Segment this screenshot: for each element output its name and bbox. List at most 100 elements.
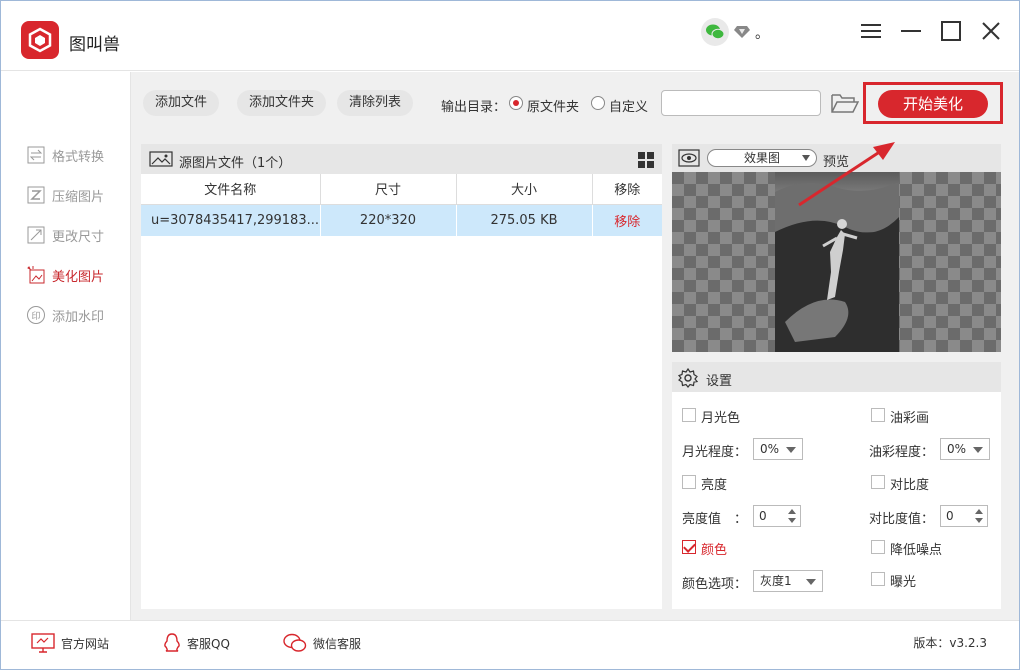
file-dimension-cell: 220*320 <box>320 204 457 236</box>
radio-original-folder[interactable] <box>509 96 523 110</box>
add-file-button[interactable]: 添加文件 <box>143 90 220 116</box>
contrast-label: 对比度 <box>890 478 930 493</box>
compress-icon <box>26 185 46 205</box>
table-row[interactable]: u=3078435417,299183... 220*320 275.05 KB… <box>141 204 662 236</box>
brightness-value: 0 <box>759 509 767 523</box>
contrast-value: 0 <box>946 509 954 523</box>
output-path-input[interactable] <box>661 90 821 116</box>
eye-icon <box>678 149 700 171</box>
file-list-panel: 源图片文件（1个） 文件名称 尺寸 大小 移除 u=3078435417,299… <box>141 144 662 609</box>
chevron-down-icon <box>786 447 796 453</box>
denoise-label: 降低噪点 <box>890 543 943 558</box>
image-icon <box>149 151 173 171</box>
preview-canvas <box>672 172 1001 352</box>
svg-text:印: 印 <box>31 310 40 322</box>
output-dir-label: 输出目录： <box>441 100 507 115</box>
wechat-icon[interactable] <box>701 18 729 46</box>
customer-wechat-label: 微信客服 <box>313 636 362 651</box>
oil-level-value: 0% <box>947 442 967 456</box>
customer-qq-label: 客服QQ <box>187 636 230 651</box>
customer-wechat-link[interactable]: 微信客服 <box>283 633 361 653</box>
user-name: 。 <box>755 26 769 42</box>
color-option-label: 颜色选项： <box>682 577 748 592</box>
resize-icon <box>26 225 46 245</box>
watermark-icon: 印 <box>26 305 46 325</box>
sidebar-item-resize[interactable]: 更改尺寸 <box>26 224 104 246</box>
browse-folder-icon[interactable] <box>831 92 860 118</box>
exposure-label: 曝光 <box>890 575 917 590</box>
add-folder-button[interactable]: 添加文件夹 <box>237 90 327 116</box>
oil-level-label: 油彩程度： <box>869 445 935 460</box>
column-header-remove: 移除 <box>592 174 662 205</box>
color-checkbox[interactable] <box>682 540 696 554</box>
sidebar-item-label: 添加水印 <box>52 309 105 325</box>
settings-panel: 设置 月光色 油彩画 月光程度： 0% 油彩程度： 0% 亮度 对比度 亮度值 … <box>672 362 1001 609</box>
start-button-highlight: 开始美化 <box>863 82 1003 124</box>
menu-icon[interactable] <box>859 19 883 43</box>
column-header-dimension: 尺寸 <box>320 174 457 205</box>
denoise-checkbox[interactable] <box>871 540 885 554</box>
close-icon[interactable] <box>979 19 1003 43</box>
contrast-value-label: 对比度值： <box>869 512 935 527</box>
moonlight-level-label: 月光程度： <box>682 445 748 460</box>
oil-level-select[interactable]: 0% <box>940 438 990 460</box>
sidebar-item-beautify[interactable]: 美化图片 <box>26 264 104 286</box>
oil-painting-label: 油彩画 <box>890 411 930 426</box>
vip-diamond-icon[interactable] <box>734 25 750 43</box>
color-option-select[interactable]: 灰度1 <box>753 570 823 592</box>
sidebar-item-label: 美化图片 <box>52 269 105 285</box>
preview-mode-select[interactable]: 效果图 <box>707 149 817 167</box>
clear-list-button[interactable]: 清除列表 <box>337 90 414 116</box>
main-panel: 添加文件 添加文件夹 清除列表 输出目录： 原文件夹 自定义 开始美化 源图片文… <box>131 72 1019 620</box>
brightness-label: 亮度 <box>701 478 728 493</box>
remove-file-link[interactable]: 移除 <box>592 204 662 236</box>
minimize-icon[interactable] <box>899 19 923 43</box>
file-table: 文件名称 尺寸 大小 移除 u=3078435417,299183... 220… <box>141 174 662 236</box>
moonlight-level-value: 0% <box>760 442 780 456</box>
oil-painting-checkbox[interactable] <box>871 408 885 422</box>
qq-icon <box>163 633 181 653</box>
footer: 官方网站 客服QQ 微信客服 版本：v3.2.3 <box>1 620 1019 669</box>
brightness-stepper[interactable]: 0 <box>753 505 801 527</box>
radio-custom-folder[interactable] <box>591 96 605 110</box>
beautify-icon <box>26 265 46 285</box>
sidebar-item-compress[interactable]: 压缩图片 <box>26 184 104 206</box>
app-title: 图叫兽 <box>69 35 120 55</box>
contrast-checkbox[interactable] <box>871 475 885 489</box>
stepper-up-icon[interactable] <box>788 509 796 514</box>
customer-qq-link[interactable]: 客服QQ <box>163 633 230 653</box>
sidebar-item-label: 格式转换 <box>52 149 105 165</box>
contrast-stepper[interactable]: 0 <box>940 505 988 527</box>
official-website-label: 官方网站 <box>61 636 110 651</box>
app-logo-icon <box>21 21 59 59</box>
brightness-checkbox[interactable] <box>682 475 696 489</box>
exposure-checkbox[interactable] <box>871 572 885 586</box>
format-convert-icon <box>26 145 46 165</box>
sidebar-item-watermark[interactable]: 印 添加水印 <box>26 304 104 326</box>
sidebar: 格式转换 压缩图片 更改尺寸 美化图片 印 添加水印 <box>1 72 131 620</box>
stepper-down-icon[interactable] <box>975 518 983 523</box>
start-beautify-button[interactable]: 开始美化 <box>878 90 988 118</box>
grid-view-icon[interactable] <box>638 152 654 172</box>
app-window: 图叫兽 。 格式转换 压缩图片 更改尺寸 美化图片 印 添加水印 添加文件 添加… <box>0 0 1020 670</box>
moonlight-level-select[interactable]: 0% <box>753 438 803 460</box>
maximize-icon[interactable] <box>939 19 963 43</box>
monitor-icon <box>31 633 55 653</box>
stepper-up-icon[interactable] <box>975 509 983 514</box>
preview-mode-value: 效果图 <box>743 151 780 165</box>
title-bar: 图叫兽 。 <box>1 1 1019 71</box>
color-option-value: 灰度1 <box>760 574 792 588</box>
moonlight-checkbox[interactable] <box>682 408 696 422</box>
brightness-value-label: 亮度值 ： <box>682 512 748 527</box>
sidebar-item-label: 压缩图片 <box>52 189 105 205</box>
file-list-header: 源图片文件（1个） <box>141 144 662 174</box>
official-website-link[interactable]: 官方网站 <box>31 633 109 653</box>
sidebar-item-label: 更改尺寸 <box>52 229 105 245</box>
chevron-down-icon <box>973 447 983 453</box>
version-text: 版本：v3.2.3 <box>913 636 987 650</box>
column-header-size: 大小 <box>456 174 593 205</box>
color-label: 颜色 <box>701 543 728 558</box>
preview-header: 效果图 预览 <box>672 144 1001 172</box>
stepper-down-icon[interactable] <box>788 518 796 523</box>
sidebar-item-format-convert[interactable]: 格式转换 <box>26 144 104 166</box>
